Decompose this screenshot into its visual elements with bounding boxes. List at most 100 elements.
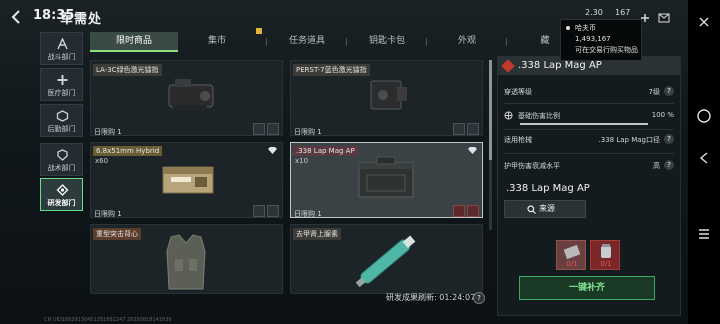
tooltip-note: 可在交易行购买物品 (575, 46, 638, 54)
nav-item-combat[interactable]: 战斗部门 (40, 32, 83, 65)
divider (504, 103, 674, 104)
pin-button[interactable] (453, 123, 465, 135)
search-icon (527, 205, 536, 214)
info-button[interactable] (267, 123, 279, 135)
assault-vest-image (166, 234, 206, 290)
category-tabs: 限时商品 集市 任务道具 钥匙卡包 外观 藏 (90, 28, 562, 52)
damage-ratio-bar (520, 123, 648, 125)
help-icon[interactable]: ? (664, 134, 674, 144)
attr-value: 高 (653, 162, 660, 170)
attr-key: 适用枪械 (504, 136, 532, 144)
nav-label: 医疗部门 (47, 89, 76, 97)
attr-value: 100 % (651, 111, 674, 119)
product-card[interactable]: 去甲肾上腺素 (290, 224, 483, 294)
divider (504, 153, 674, 154)
ammo-type-icon (501, 59, 515, 73)
mail-icon[interactable] (658, 8, 670, 27)
top-right-icons (640, 8, 680, 23)
divider (504, 129, 674, 130)
product-card[interactable]: PERST-7蓝色激光镭指 日限购 1 (290, 60, 483, 136)
product-count: x10 (295, 157, 309, 165)
debug-info: CN UID18939130451351882247 2025081814183… (44, 317, 172, 323)
currency-value-1: 2.30 (585, 8, 603, 17)
nav-label: 战术部门 (47, 164, 76, 172)
ammo-slot[interactable]: 0/1 (556, 240, 586, 270)
tab-quest-items[interactable]: 任务道具 (272, 32, 342, 52)
source-button-label: 来源 (539, 204, 555, 213)
attr-key: 护甲伤害衰减水平 (504, 162, 560, 170)
department-nav: 战斗部门 医疗部门 后勤部门 战术部门 研发部门 (40, 32, 83, 212)
currency-tooltip: 哈夫币 1,493,167 可在交易行购买物品 (560, 19, 642, 61)
tab-market[interactable]: 集市 (182, 32, 252, 52)
pin-button[interactable] (453, 205, 465, 217)
notification-badge (256, 28, 262, 34)
slot-count: 0/1 (566, 260, 578, 268)
restock-all-button[interactable]: 一键补齐 (519, 276, 655, 300)
product-name: .338 Lap Mag AP (293, 146, 358, 156)
product-name: 去甲肾上腺素 (293, 228, 341, 240)
tab-divider (426, 38, 427, 46)
daily-limit: 日限购 1 (294, 128, 322, 136)
item-name: .338 Lap Mag AP (506, 183, 590, 194)
tab-limited[interactable]: 限时商品 (90, 32, 178, 52)
diamond-gear-icon (56, 184, 69, 196)
ammo-slot[interactable]: 0/1 (590, 240, 620, 270)
attr-penetration: 穿透等级 7级 ? (504, 83, 674, 101)
attr-value: .338 Lap Mag口径 (598, 136, 660, 144)
laser-sight-image (370, 80, 407, 110)
daily-limit: 日限购 1 (94, 128, 122, 136)
diamond-icon (468, 147, 477, 154)
tab-keycards[interactable]: 钥匙卡包 (352, 32, 422, 52)
close-icon[interactable] (696, 14, 712, 30)
product-card[interactable]: 6.8x51mm Hybrid x60 日限购 1 (90, 142, 283, 218)
info-button[interactable] (267, 205, 279, 217)
source-button[interactable]: 来源 (504, 200, 586, 218)
tab-divider (506, 38, 507, 46)
grid-scrollbar[interactable] (489, 60, 492, 230)
tab-collection[interactable]: 藏 (530, 32, 560, 52)
scroll-thumb[interactable] (489, 60, 492, 160)
nav-item-tactical[interactable]: 战术部门 (40, 143, 83, 176)
ammo-box-icon (563, 244, 581, 260)
currency-display[interactable]: 2.30 167 (585, 8, 630, 17)
hex-icon (56, 110, 69, 122)
diamond-icon (268, 147, 277, 154)
page-title: 军需处 (60, 12, 103, 27)
ammo-jar-icon (601, 244, 611, 258)
bullet-icon (566, 26, 570, 30)
menu-icon[interactable] (696, 226, 712, 242)
info-button[interactable] (467, 205, 479, 217)
system-nav-bar (688, 0, 720, 324)
attr-compatible-guns: 适用枪械 .338 Lap Mag口径 ? (504, 131, 674, 149)
home-circle-icon[interactable] (696, 108, 712, 124)
attr-value: 7级 (648, 88, 660, 96)
syringe-image (355, 235, 416, 288)
back-icon[interactable] (8, 8, 26, 26)
nav-item-logistics[interactable]: 后勤部门 (40, 104, 83, 137)
tooltip-amount: 1,493,167 (575, 35, 611, 43)
laser-sight-image (168, 79, 214, 111)
back-arrow-icon[interactable] (696, 150, 712, 166)
nav-item-research[interactable]: 研发部门 (40, 178, 83, 211)
slot-count: 0/1 (600, 260, 612, 268)
tab-divider (346, 38, 347, 46)
product-name: PERST-7蓝色激光镭指 (293, 64, 370, 76)
help-icon[interactable]: ? (473, 292, 485, 304)
help-icon[interactable]: ? (664, 86, 674, 96)
pin-button[interactable] (253, 205, 265, 217)
pin-button[interactable] (253, 123, 265, 135)
product-card[interactable]: LA-3C绿色激光镭指 日限购 1 (90, 60, 283, 136)
ammo-can-image (358, 156, 414, 198)
product-card-selected[interactable]: .338 Lap Mag AP x10 日限购 1 (290, 142, 483, 218)
product-card[interactable]: 重型突击背心 (90, 224, 283, 294)
daily-limit: 日限购 1 (94, 210, 122, 218)
tab-cosmetics[interactable]: 外观 (432, 32, 502, 52)
armory-screen: 18:35 军需处 2.30 167 哈夫币 1,493,167 可在交易行购买… (0, 0, 720, 324)
help-icon[interactable]: ? (664, 160, 674, 170)
product-name: 6.8x51mm Hybrid (93, 146, 163, 156)
detail-title: .338 Lap Mag AP (518, 60, 602, 71)
cross-icon (57, 75, 68, 85)
product-count: x60 (95, 157, 109, 165)
nav-item-medical[interactable]: 医疗部门 (40, 68, 83, 101)
info-button[interactable] (467, 123, 479, 135)
